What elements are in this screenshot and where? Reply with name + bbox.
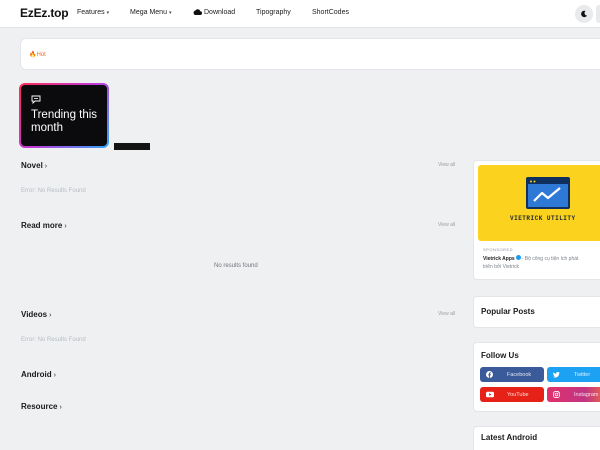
section-title-android-label: Android — [21, 370, 52, 379]
view-all-videos[interactable]: View all — [438, 311, 455, 317]
section-title-resource[interactable]: Resource › — [21, 402, 62, 411]
trending-card-inner: Trending this month — [21, 85, 107, 146]
sponsored-ad-widget[interactable]: VIETRICK UTILITY SPONSORED Vietrick Apps… — [473, 160, 600, 280]
nav-shortcodes[interactable]: ShortCodes — [312, 9, 349, 16]
novel-error-message: Error: No Results Found — [21, 188, 86, 194]
chevron-right-icon: › — [59, 404, 62, 411]
section-title-android[interactable]: Android › — [21, 370, 56, 379]
chevron-right-icon: › — [64, 223, 67, 230]
nav-features-label: Features — [77, 9, 105, 16]
chevron-down-icon: ▾ — [168, 10, 172, 16]
nav-mega-menu-label: Mega Menu — [130, 9, 167, 16]
section-title-novel[interactable]: Novel › — [21, 161, 47, 170]
facebook-label: Facebook — [507, 372, 532, 378]
ad-advertiser-line: Vietrick Apps - Bộ công cụ tiện ích phát — [483, 255, 578, 262]
ad-banner-image[interactable]: VIETRICK UTILITY — [478, 165, 600, 241]
menu-button[interactable] — [596, 5, 600, 23]
youtube-label: YouTube — [507, 392, 529, 398]
youtube-icon — [486, 391, 494, 398]
instagram-label: Instagram — [574, 392, 599, 398]
ad-brand-text: VIETRICK UTILITY — [510, 215, 576, 222]
advertiser-name[interactable]: Vietrick Apps — [483, 256, 515, 262]
section-title-videos[interactable]: Videos › — [21, 310, 51, 319]
videos-error-message: Error: No Results Found — [21, 337, 86, 343]
popular-posts-title: Popular Posts — [481, 307, 535, 316]
chevron-down-icon: ▾ — [106, 10, 110, 16]
instagram-button[interactable]: Instagram — [547, 387, 600, 402]
latest-android-title: Latest Android — [481, 433, 538, 442]
chevron-right-icon: › — [44, 163, 48, 170]
cloud-download-icon — [193, 9, 202, 15]
chat-bubble-icon — [31, 95, 41, 104]
section-title-resource-label: Resource — [21, 402, 58, 411]
trending-card[interactable]: Trending this month — [19, 83, 109, 148]
nav-shortcodes-label: ShortCodes — [312, 9, 349, 16]
redacted-bar — [114, 143, 150, 150]
twitter-button[interactable]: Twitter — [547, 367, 600, 382]
chevron-right-icon: › — [53, 372, 57, 379]
nav-download-label: Download — [204, 9, 236, 16]
trending-title: Trending this month — [31, 109, 98, 134]
moon-icon — [581, 10, 588, 18]
hot-label: Hot — [36, 52, 46, 58]
view-all-read-more[interactable]: View all — [438, 222, 455, 228]
top-navbar: EzEz.top Features ▾ Mega Menu ▾ Download T… — [0, 0, 600, 28]
latest-android-widget: Latest Android — [473, 426, 600, 450]
twitter-icon — [553, 371, 560, 378]
youtube-button[interactable]: YouTube — [480, 387, 544, 402]
ad-description-2: triển bởi Vietrick — [483, 264, 519, 270]
hot-ticker: 🔥Hot — [20, 38, 600, 70]
popular-posts-widget: Popular Posts — [473, 296, 600, 328]
follow-us-title: Follow Us — [481, 351, 519, 360]
nav-download[interactable]: Download — [193, 9, 235, 16]
facebook-button[interactable]: Facebook — [480, 367, 544, 382]
twitter-label: Twitter — [574, 372, 591, 378]
follow-us-widget: Follow Us Facebook Twitter YouTube Insta… — [473, 342, 600, 412]
ad-description: - Bộ công cụ tiện ích phát — [521, 256, 579, 262]
nav-mega-menu[interactable]: Mega Menu ▾ — [130, 9, 171, 16]
section-title-read-more-label: Read more — [21, 221, 63, 230]
ad-window-illustration — [526, 177, 570, 209]
nav-features[interactable]: Features ▾ — [77, 9, 109, 16]
read-more-empty-message: No results found — [214, 263, 258, 269]
chevron-right-icon: › — [49, 312, 52, 319]
instagram-icon — [553, 391, 560, 398]
sponsored-label: SPONSORED — [483, 247, 514, 252]
facebook-icon — [486, 371, 493, 378]
nav-typography-label: Tipography — [256, 9, 291, 16]
trend-chart-icon — [528, 179, 568, 202]
nav-typography[interactable]: Tipography — [256, 9, 291, 16]
hot-badge[interactable]: 🔥Hot — [29, 51, 46, 58]
section-title-videos-label: Videos — [21, 310, 48, 319]
section-title-read-more[interactable]: Read more › — [21, 221, 67, 230]
section-title-novel-label: Novel — [21, 161, 43, 170]
verified-icon — [515, 255, 521, 260]
view-all-novel[interactable]: View all — [438, 162, 455, 168]
dark-mode-toggle[interactable] — [575, 5, 593, 23]
site-logo[interactable]: EzEz.top — [20, 6, 69, 20]
